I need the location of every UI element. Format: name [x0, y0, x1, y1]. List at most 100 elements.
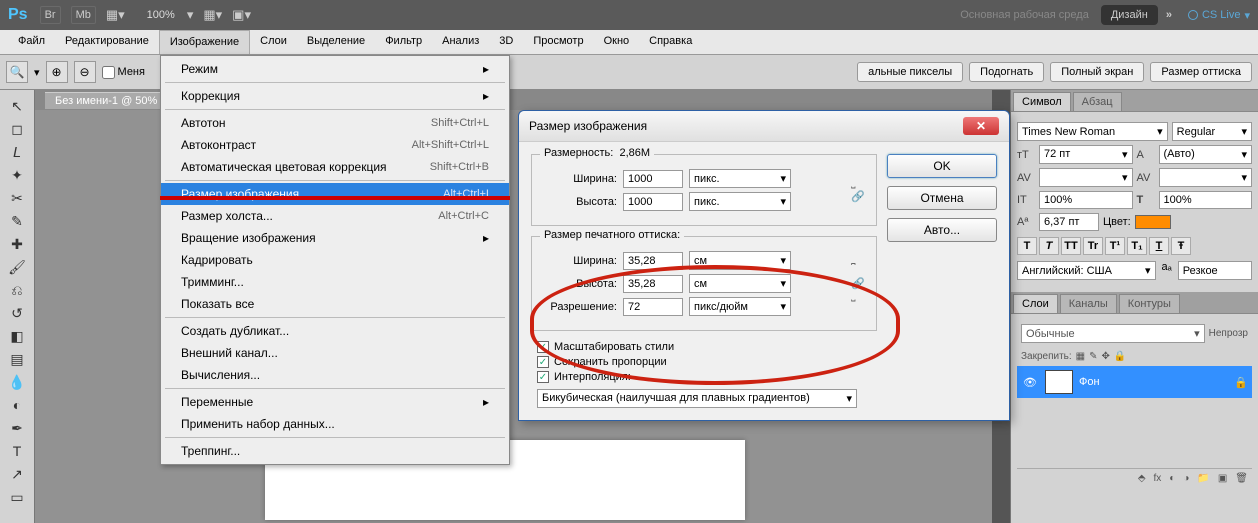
superscript-button[interactable]: T¹ — [1105, 237, 1125, 255]
menu-item[interactable]: Показать все — [161, 293, 509, 315]
healing-tool-icon[interactable]: ✚ — [3, 233, 31, 255]
interpolation-select[interactable]: Бикубическая (наилучшая для плавных град… — [537, 389, 857, 408]
tab-paragraph[interactable]: Абзац — [1073, 92, 1122, 111]
smallcaps-button[interactable]: Tr — [1083, 237, 1103, 255]
zoom-level[interactable]: 100% — [147, 9, 175, 21]
cslive-button[interactable]: CS Live ▾ — [1188, 9, 1250, 22]
menu-item[interactable]: Внешний канал... — [161, 342, 509, 364]
menu-item[interactable]: Треппинг... — [161, 440, 509, 462]
layer-row[interactable]: 👁 Фон 🔒 — [1017, 366, 1252, 398]
cancel-button[interactable]: Отмена — [887, 186, 997, 210]
auto-button[interactable]: Авто... — [887, 218, 997, 242]
tracking-input[interactable]: ▾ — [1039, 168, 1133, 187]
blur-tool-icon[interactable]: 💧 — [3, 371, 31, 393]
lock-all-icon[interactable]: 🔒 — [1114, 351, 1126, 362]
screen-icon[interactable]: ▣▾ — [232, 7, 251, 23]
bold-button[interactable]: T — [1017, 237, 1037, 255]
history-brush-icon[interactable]: ↺ — [3, 302, 31, 324]
document-tab[interactable]: Без имени-1 @ 50% — [45, 92, 167, 109]
px-width-input[interactable] — [623, 170, 683, 188]
shape-tool-icon[interactable]: ▭ — [3, 486, 31, 508]
menu-window[interactable]: Окно — [594, 30, 640, 54]
menu-item[interactable]: Применить набор данных... — [161, 413, 509, 435]
type-tool-icon[interactable]: T — [3, 440, 31, 462]
menu-item[interactable]: Вращение изображения — [161, 227, 509, 249]
language-select[interactable]: Английский: США▾ — [1017, 261, 1156, 280]
fx-icon[interactable]: fx — [1154, 473, 1162, 484]
lock-position-icon[interactable]: ✥ — [1102, 351, 1110, 362]
strike-button[interactable]: Ŧ — [1171, 237, 1191, 255]
menu-view[interactable]: Просмотр — [523, 30, 593, 54]
mask-icon[interactable]: ◐ — [1169, 473, 1175, 484]
zoom-out-icon[interactable]: ⊖ — [74, 61, 96, 83]
screen-mode-icon[interactable]: ▦▾ — [106, 7, 125, 23]
new-layer-icon[interactable]: ▣ — [1218, 473, 1227, 484]
menu-layer[interactable]: Слои — [250, 30, 297, 54]
kerning-input[interactable]: ▾ — [1159, 168, 1253, 187]
blend-mode-select[interactable]: Обычные▾ — [1021, 324, 1205, 343]
eraser-tool-icon[interactable]: ◧ — [3, 325, 31, 347]
menu-item[interactable]: Тримминг... — [161, 271, 509, 293]
tab-channels[interactable]: Каналы — [1060, 294, 1117, 313]
view-extras-icon[interactable]: ▦▾ — [203, 7, 222, 23]
adjustment-icon[interactable]: ◑ — [1183, 473, 1189, 484]
menu-item[interactable]: Коррекция — [161, 85, 509, 107]
vscale-input[interactable]: 100% — [1039, 191, 1133, 209]
print-width-input[interactable] — [623, 252, 683, 270]
hscale-input[interactable]: 100% — [1159, 191, 1253, 209]
visibility-icon[interactable]: 👁 — [1021, 376, 1039, 389]
menu-item[interactable]: Режим — [161, 58, 509, 80]
resolution-input[interactable] — [623, 298, 683, 316]
menu-edit[interactable]: Редактирование — [55, 30, 159, 54]
menu-select[interactable]: Выделение — [297, 30, 375, 54]
subscript-button[interactable]: T₁ — [1127, 237, 1147, 255]
resolution-unit-select[interactable]: пикс/дюйм▾ — [689, 297, 791, 316]
px-height-unit-select[interactable]: пикс.▾ — [689, 192, 791, 211]
baseline-input[interactable]: 6,37 пт — [1039, 213, 1099, 231]
resample-checkbox[interactable]: ✓Интерполяция: — [537, 371, 877, 383]
lock-pixels-icon[interactable]: ✎ — [1089, 351, 1097, 362]
brush-tool-icon[interactable]: 🖌 — [3, 256, 31, 278]
tab-character[interactable]: Символ — [1013, 92, 1071, 111]
font-size-input[interactable]: 72 пт▾ — [1039, 145, 1133, 164]
delete-icon[interactable]: 🗑 — [1235, 473, 1248, 484]
current-tool-icon[interactable]: 🔍 — [6, 61, 28, 83]
tab-layers[interactable]: Слои — [1013, 294, 1058, 313]
link-icon[interactable]: ⎴🔗⎵ — [850, 264, 866, 303]
link-layers-icon[interactable]: ⬘ — [1138, 473, 1146, 484]
px-width-unit-select[interactable]: пикс.▾ — [689, 169, 791, 188]
actual-pixels-button[interactable]: альные пикселы — [857, 62, 963, 82]
leading-input[interactable]: (Авто)▾ — [1159, 145, 1253, 164]
tool-dropdown-icon[interactable]: ▾ — [34, 66, 40, 79]
pen-tool-icon[interactable]: ✒ — [3, 417, 31, 439]
marquee-tool-icon[interactable]: ◻ — [3, 118, 31, 140]
constrain-proportions-checkbox[interactable]: ✓Сохранить пропорции — [537, 356, 877, 368]
bridge-button[interactable]: Br — [40, 6, 61, 24]
menu-image[interactable]: Изображение — [159, 30, 250, 54]
antialias-select[interactable]: Резкое — [1178, 261, 1252, 280]
fit-screen-button[interactable]: Подогнать — [969, 62, 1044, 82]
link-icon[interactable]: ⎵🔗 — [850, 177, 866, 203]
print-height-input[interactable] — [623, 275, 683, 293]
stamp-tool-icon[interactable]: ⎌ — [3, 279, 31, 301]
menu-item[interactable]: Размер холста...Alt+Ctrl+C — [161, 205, 509, 227]
px-height-input[interactable] — [623, 193, 683, 211]
font-style-select[interactable]: Regular▾ — [1172, 122, 1252, 141]
move-tool-icon[interactable]: ↖ — [3, 95, 31, 117]
menu-item[interactable]: Автоматическая цветовая коррекцияShift+C… — [161, 156, 509, 178]
menu-3d[interactable]: 3D — [489, 30, 523, 54]
menu-item[interactable]: АвтоконтрастAlt+Shift+Ctrl+L — [161, 134, 509, 156]
menu-item[interactable]: Размер изображения...Alt+Ctrl+I — [161, 183, 509, 205]
print-height-unit-select[interactable]: см▾ — [689, 274, 791, 293]
print-size-button[interactable]: Размер оттиска — [1150, 62, 1252, 82]
scale-styles-checkbox[interactable]: ✓Масштабировать стили — [537, 341, 877, 353]
underline-button[interactable]: T — [1149, 237, 1169, 255]
minibridge-button[interactable]: Mb — [71, 6, 96, 24]
menu-item[interactable]: Создать дубликат... — [161, 320, 509, 342]
menu-item[interactable]: Кадрировать — [161, 249, 509, 271]
eyedropper-tool-icon[interactable]: ✎ — [3, 210, 31, 232]
wand-tool-icon[interactable]: ✦ — [3, 164, 31, 186]
close-icon[interactable]: ✕ — [963, 117, 999, 135]
menu-filter[interactable]: Фильтр — [375, 30, 432, 54]
menu-help[interactable]: Справка — [639, 30, 702, 54]
